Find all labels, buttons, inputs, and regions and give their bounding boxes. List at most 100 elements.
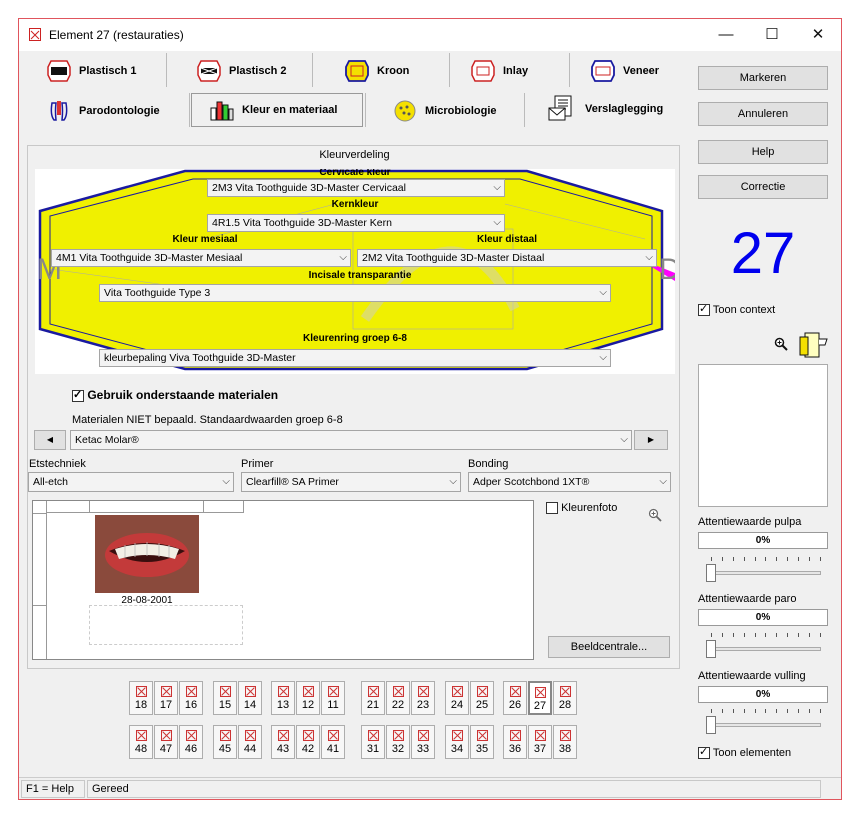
annuleren-button[interactable]: Annuleren [698,102,828,126]
tab-verslaglegging[interactable]: Verslaglegging [547,92,663,126]
tooth-button[interactable]: 28 [553,681,577,715]
pulpa-slider[interactable] [707,571,821,575]
markeren-button[interactable]: Markeren [698,66,828,90]
tab-veneer[interactable]: Veneer [591,54,659,88]
tooth-button[interactable]: 45 [213,725,237,759]
tooth-button[interactable]: 24 [445,681,469,715]
etstechniek-select[interactable]: All-etch ⌵ [28,472,234,492]
distaal-select[interactable]: 2M2 Vita Toothguide 3D-Master Distaal ⌵ [357,249,657,267]
etstechniek-value: All-etch [33,476,69,488]
tooth-button[interactable]: 26 [503,681,527,715]
tooth-button[interactable]: 14 [238,681,262,715]
tooth-button[interactable]: 12 [296,681,320,715]
zoom-icon[interactable] [774,337,788,351]
grid-line [33,605,47,606]
tooth-button[interactable]: 37 [528,725,552,759]
tooth-button[interactable]: 33 [411,725,435,759]
incisale-select[interactable]: Vita Toothguide Type 3 ⌵ [99,284,611,302]
tooth-button[interactable]: 21 [361,681,385,715]
correctie-button[interactable]: Correctie [698,175,828,199]
tooth-button[interactable]: 31 [361,725,385,759]
tooth-number: 13 [276,699,290,711]
maximize-button[interactable]: ☐ [749,19,795,51]
tooth-button[interactable]: 17 [154,681,178,715]
tooth-button[interactable]: 42 [296,725,320,759]
toon-elementen-checkbox[interactable]: Toon elementen [698,745,791,760]
tooth-button[interactable]: 35 [470,725,494,759]
tooth-button[interactable]: 36 [503,725,527,759]
tab-parodontologie[interactable]: Parodontologie [47,94,160,128]
tooth-button[interactable]: 15 [213,681,237,715]
tooth-button[interactable]: 18 [129,681,153,715]
tooth-button[interactable]: 16 [179,681,203,715]
tab-plastisch-2[interactable]: Plastisch 2 [197,54,286,88]
tab-microbiologie[interactable]: Microbiologie [393,94,497,128]
vulling-slider[interactable] [707,723,821,727]
tooth-button[interactable]: 13 [271,681,295,715]
tooth-icon [185,730,197,741]
tooth-button[interactable]: 41 [321,725,345,759]
tooth-button[interactable]: 25 [470,681,494,715]
tooth-button[interactable]: 44 [238,725,262,759]
kleurenfoto-checkbox[interactable]: Kleurenfoto [546,502,617,515]
tab-kroon[interactable]: Kroon [345,54,409,88]
tooth-button[interactable]: 34 [445,725,469,759]
tooth-number: 12 [301,699,315,711]
tab-label: Inlay [503,65,529,77]
tooth-button[interactable]: 32 [386,725,410,759]
kleur-materiaal-panel: Kleurverdeling M D Cervicale kleur 2M3 V… [27,145,680,669]
minimize-button[interactable]: — [703,19,749,51]
bonding-select[interactable]: Adper Scotchbond 1XT® ⌵ [468,472,671,492]
paro-slider[interactable] [707,647,821,651]
tooth-icon [392,686,404,697]
chevron-down-icon: ⌵ [645,252,653,263]
tooth-number: 47 [159,743,173,755]
pulpa-slider-thumb[interactable] [706,564,716,582]
cervicale-select[interactable]: 2M3 Vita Toothguide 3D-Master Cervicaal ⌵ [207,179,505,197]
tab-kleur-en-materiaal[interactable]: Kleur en materiaal [191,93,363,127]
tooth-button[interactable]: 46 [179,725,203,759]
primer-select[interactable]: Clearfill® SA Primer ⌵ [241,472,461,492]
tooth-icon [160,730,172,741]
tooth-button[interactable]: 23 [411,681,435,715]
distaal-value: 2M2 Vita Toothguide 3D-Master Distaal [362,252,545,264]
tooth-button[interactable]: 38 [553,725,577,759]
paro-label: Attentiewaarde paro [698,593,797,605]
tab-label: Verslaglegging [585,103,664,115]
tooth-button[interactable]: 48 [129,725,153,759]
cervicale-label: Cervicale kleur [319,169,391,178]
notes-icon[interactable] [797,331,829,361]
help-button[interactable]: Help [698,140,828,164]
tooth-button[interactable]: 22 [386,681,410,715]
pulpa-ticks [711,557,821,561]
tooth-number: 16 [184,699,198,711]
tooth-button[interactable]: 27 [528,681,552,715]
mesiaal-select[interactable]: 4M1 Vita Toothguide 3D-Master Mesiaal ⌵ [51,249,351,267]
ring-select[interactable]: kleurbepaling Viva Toothguide 3D-Master ⌵ [99,349,611,367]
beeldcentrale-button[interactable]: Beeldcentrale... [548,636,670,658]
tab-inlay[interactable]: Inlay [471,54,528,88]
tooth-number: 26 [508,699,522,711]
patient-smile-photo[interactable] [95,515,199,593]
toon-context-checkbox[interactable]: Toon context [698,302,775,317]
materiaal-select[interactable]: Ketac Molar® ⌵ [70,430,632,450]
tooth-button[interactable]: 43 [271,725,295,759]
kern-select[interactable]: 4R1.5 Vita Toothguide 3D-Master Kern ⌵ [207,214,505,232]
etstechniek-label: Etstechniek [29,458,86,470]
materiaal-next-button[interactable]: ▶ [634,430,668,450]
close-button[interactable]: ✕ [795,19,841,51]
gebruik-materialen-checkbox[interactable]: Gebruik onderstaande materialen [72,388,278,402]
tooth-button[interactable]: 47 [154,725,178,759]
paro-slider-thumb[interactable] [706,640,716,658]
vulling-slider-thumb[interactable] [706,716,716,734]
tab-plastisch-1[interactable]: Plastisch 1 [47,54,136,88]
tooth-button[interactable]: 11 [321,681,345,715]
primer-label: Primer [241,458,274,470]
bonding-label: Bonding [468,458,509,470]
veneer-icon [591,60,615,82]
grid-line [33,513,47,514]
zoom-icon[interactable] [648,508,662,522]
materiaal-prev-button[interactable]: ◀ [34,430,66,450]
tooth-number: 17 [159,699,173,711]
primer-value: Clearfill® SA Primer [246,476,339,488]
